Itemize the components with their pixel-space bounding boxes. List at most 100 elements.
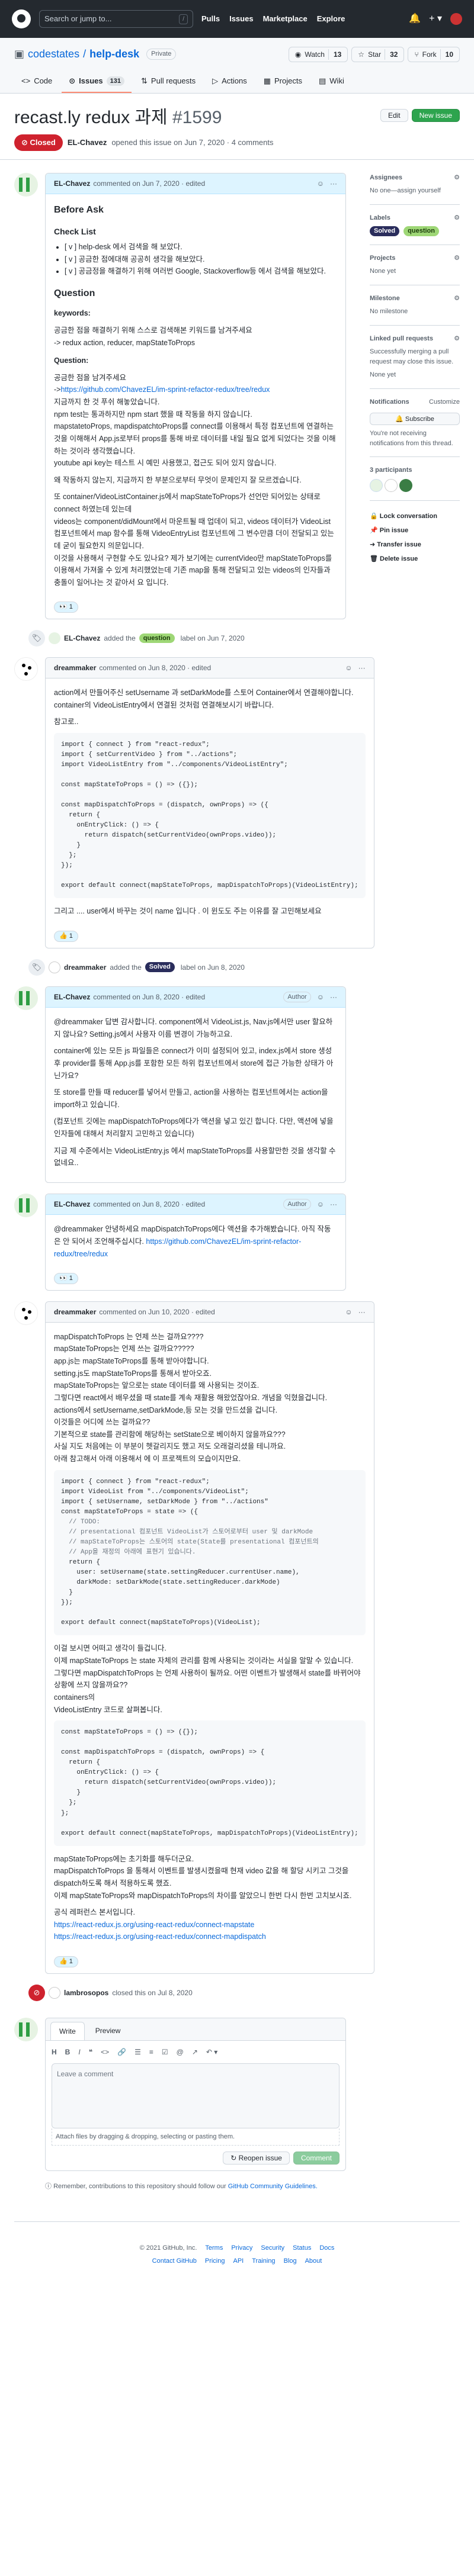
new-issue-button[interactable]: New issue xyxy=(411,108,460,122)
tab-issues[interactable]: ⊙ Issues 131 xyxy=(62,70,132,93)
comment-meta[interactable]: commented on Jun 8, 2020 · edited xyxy=(93,1199,205,1210)
delete-issue-link[interactable]: 🗑 Delete issue xyxy=(370,552,460,566)
footer-link[interactable]: Privacy xyxy=(231,2243,252,2253)
link-icon[interactable]: 🔗 xyxy=(117,2047,126,2057)
tab-actions[interactable]: ▷ Actions xyxy=(205,70,254,93)
smiley-icon[interactable]: ☺ xyxy=(317,992,324,1002)
assign-yourself-link[interactable]: No one—assign yourself xyxy=(370,187,441,194)
guidelines-link[interactable]: GitHub Community Guidelines. xyxy=(228,2183,318,2190)
comment-meta[interactable]: commented on Jun 7, 2020 · edited xyxy=(93,178,205,189)
reaction-eyes[interactable]: 👀 1 xyxy=(54,1273,78,1284)
lock-conversation-link[interactable]: 🔒 Lock conversation xyxy=(370,509,460,523)
attach-files-area[interactable]: Attach files by dragging & dropping, sel… xyxy=(52,2128,340,2146)
footer-link[interactable]: Contact GitHub xyxy=(152,2256,197,2266)
avatar[interactable] xyxy=(14,1193,38,1217)
reply-icon[interactable]: ↶ ▾ xyxy=(206,2047,217,2057)
avatar[interactable] xyxy=(14,172,38,197)
mention-icon[interactable]: @ xyxy=(177,2047,184,2057)
code-icon[interactable]: <> xyxy=(101,2047,109,2057)
comment-textarea[interactable]: Leave a comment xyxy=(52,2063,340,2128)
label-question[interactable]: question xyxy=(403,226,439,236)
nav-issues[interactable]: Issues xyxy=(229,13,253,25)
footer-link[interactable]: Docs xyxy=(319,2243,334,2253)
heading-icon[interactable]: H xyxy=(52,2047,57,2057)
fork-button[interactable]: ⑂ Fork 10 xyxy=(408,46,460,62)
unordered-list-icon[interactable]: ☰ xyxy=(134,2047,141,2057)
gear-icon[interactable]: ⚙ xyxy=(454,173,460,183)
gear-icon[interactable]: ⚙ xyxy=(454,253,460,263)
comment-meta[interactable]: commented on Jun 8, 2020 · edited xyxy=(93,992,205,1002)
ordered-list-icon[interactable]: ≡ xyxy=(149,2047,153,2057)
comment-author[interactable]: EL-Chavez xyxy=(54,992,90,1002)
footer-link[interactable]: API xyxy=(233,2256,244,2266)
kebab-horizontal-icon[interactable]: ··· xyxy=(358,1307,366,1317)
smiley-icon[interactable]: ☺ xyxy=(345,663,352,673)
footer-link[interactable]: Blog xyxy=(284,2256,297,2266)
fork-count[interactable]: 10 xyxy=(440,49,453,60)
gear-icon[interactable]: ⚙ xyxy=(454,213,460,223)
comment-author[interactable]: dreammaker xyxy=(54,663,96,673)
watch-count[interactable]: 13 xyxy=(328,49,341,60)
notifications-bell-icon[interactable]: 🔔 xyxy=(409,12,421,26)
tab-pull-requests[interactable]: ⇅ Pull requests xyxy=(134,70,203,93)
star-button[interactable]: ☆ Star 32 xyxy=(351,46,405,62)
nav-pulls[interactable]: Pulls xyxy=(201,13,220,25)
watch-button[interactable]: ◉ Watch 13 xyxy=(288,46,348,62)
label-question[interactable]: question xyxy=(139,633,175,644)
tab-projects[interactable]: ▦ Projects xyxy=(257,70,309,93)
avatar[interactable] xyxy=(49,961,60,973)
comment-author[interactable]: EL-Chavez xyxy=(54,1199,90,1210)
gear-icon[interactable]: ⚙ xyxy=(454,294,460,304)
smiley-icon[interactable]: ☺ xyxy=(345,1307,352,1317)
avatar[interactable] xyxy=(49,632,60,644)
github-logo-icon[interactable] xyxy=(12,9,31,28)
avatar[interactable] xyxy=(14,986,38,1010)
avatar[interactable] xyxy=(14,657,38,681)
avatar[interactable] xyxy=(14,2017,38,2041)
nav-explore[interactable]: Explore xyxy=(317,13,345,25)
comment-author[interactable]: dreammaker xyxy=(54,1307,96,1317)
avatar[interactable] xyxy=(14,1301,38,1325)
footer-link[interactable]: Pricing xyxy=(205,2256,225,2266)
label-solved[interactable]: Solved xyxy=(145,962,175,972)
avatar[interactable] xyxy=(49,1986,60,1999)
kebab-horizontal-icon[interactable]: ··· xyxy=(358,663,366,673)
docs-link-mapdispatch[interactable]: https://react-redux.js.org/using-react-r… xyxy=(54,1932,266,1941)
tasklist-icon[interactable]: ☑ xyxy=(162,2047,168,2057)
subscribe-button[interactable]: 🔔 Subscribe xyxy=(370,413,460,425)
docs-link-mapstate[interactable]: https://react-redux.js.org/using-react-r… xyxy=(54,1921,254,1929)
comment-meta[interactable]: commented on Jun 10, 2020 · edited xyxy=(99,1307,214,1317)
tab-preview[interactable]: Preview xyxy=(87,2022,129,2040)
issue-author-link[interactable]: EL-Chavez xyxy=(68,137,107,149)
transfer-issue-link[interactable]: ➜ Transfer issue xyxy=(370,538,460,552)
user-avatar[interactable] xyxy=(450,13,462,25)
comment-meta[interactable]: commented on Jun 8, 2020 · edited xyxy=(99,663,211,673)
avatar[interactable] xyxy=(370,478,383,492)
reopen-issue-button[interactable]: ↻ Reopen issue xyxy=(223,2152,290,2165)
kebab-horizontal-icon[interactable]: ··· xyxy=(330,992,337,1002)
search-input[interactable]: Search or jump to... / xyxy=(39,10,193,28)
kebab-horizontal-icon[interactable]: ··· xyxy=(330,178,337,189)
pin-issue-link[interactable]: 📌 Pin issue xyxy=(370,523,460,538)
footer-link[interactable]: Status xyxy=(293,2243,311,2253)
nav-marketplace[interactable]: Marketplace xyxy=(263,13,308,25)
repo-link[interactable]: https://github.com/ChavezEL/im-sprint-re… xyxy=(60,385,270,394)
tab-write[interactable]: Write xyxy=(50,2021,85,2040)
repo-owner-link[interactable]: codestates xyxy=(28,46,79,62)
repo-name-link[interactable]: help-desk xyxy=(89,46,139,62)
footer-link[interactable]: Security xyxy=(261,2243,284,2253)
comment-button[interactable]: Comment xyxy=(293,2152,340,2165)
create-new-plus-icon[interactable]: + ▾ xyxy=(429,12,442,26)
bold-icon[interactable]: B xyxy=(65,2047,71,2057)
tab-code[interactable]: <> Code xyxy=(14,70,59,93)
quote-icon[interactable]: ❝ xyxy=(89,2047,92,2057)
reaction-eyes[interactable]: 👀 1 xyxy=(54,602,78,613)
edit-button[interactable]: Edit xyxy=(380,108,408,122)
gear-icon[interactable]: ⚙ xyxy=(454,334,460,344)
footer-link[interactable]: Training xyxy=(252,2256,275,2266)
label-solved[interactable]: Solved xyxy=(370,226,400,236)
smiley-icon[interactable]: ☺ xyxy=(317,1199,324,1210)
avatar[interactable] xyxy=(399,478,412,492)
reaction-thumbs-up[interactable]: 👍 1 xyxy=(54,931,78,942)
smiley-icon[interactable]: ☺ xyxy=(317,178,324,189)
